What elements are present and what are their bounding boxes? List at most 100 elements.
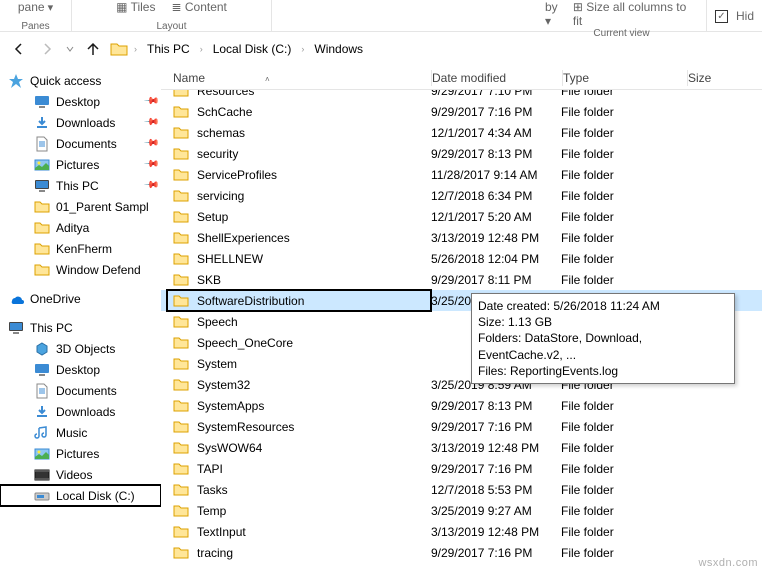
file-date: 9/29/2017 7:16 PM bbox=[431, 462, 561, 476]
folder-icon bbox=[173, 335, 189, 351]
column-size[interactable]: Size bbox=[688, 71, 762, 85]
file-name-cell: security bbox=[167, 143, 431, 164]
3d-objects-icon bbox=[34, 341, 50, 357]
nav-onedrive[interactable]: OneDrive bbox=[0, 288, 161, 309]
nav-documents[interactable]: Documents📌 bbox=[0, 133, 161, 154]
breadcrumb-this-pc[interactable]: This PC bbox=[143, 40, 194, 58]
address-bar[interactable]: › This PC › Local Disk (C:) › Windows bbox=[110, 40, 754, 58]
folder-icon bbox=[110, 41, 128, 57]
file-row[interactable]: SysWOW643/13/2019 12:48 PMFile folder bbox=[161, 437, 762, 458]
file-row[interactable]: servicing12/7/2018 6:34 PMFile folder bbox=[161, 185, 762, 206]
folder-icon bbox=[173, 167, 189, 183]
forward-button[interactable] bbox=[36, 38, 58, 60]
folder-icon bbox=[173, 90, 189, 99]
folder-icon bbox=[173, 314, 189, 330]
nav-this-pc[interactable]: This PC📌 bbox=[0, 175, 161, 196]
folder-icon bbox=[173, 545, 189, 561]
file-row[interactable]: SchCache9/29/2017 7:16 PMFile folder bbox=[161, 101, 762, 122]
layout-content[interactable]: ≣ Content bbox=[171, 0, 226, 14]
nav-downloads[interactable]: Downloads📌 bbox=[0, 112, 161, 133]
nav-this-pc-root[interactable]: This PC bbox=[0, 317, 161, 338]
nav-folder-kenfherm[interactable]: KenFherm bbox=[0, 238, 161, 259]
breadcrumb-local-disk[interactable]: Local Disk (C:) bbox=[209, 40, 296, 58]
file-name-cell: tracing bbox=[167, 542, 431, 563]
column-type[interactable]: Type bbox=[563, 71, 687, 85]
file-row[interactable]: tracing9/29/2017 7:16 PMFile folder bbox=[161, 542, 762, 563]
ribbon-group-current-view: by ▾ ⊞ Size all columns to fit Current v… bbox=[537, 0, 707, 32]
file-row[interactable]: TextInput3/13/2019 12:48 PMFile folder bbox=[161, 521, 762, 542]
file-name: Speech_OneCore bbox=[197, 336, 293, 350]
size-columns-button[interactable]: ⊞ Size all columns to fit bbox=[573, 0, 698, 28]
nav-pictures[interactable]: Pictures📌 bbox=[0, 154, 161, 175]
tooltip-line: Date created: 5/26/2018 11:24 AM bbox=[478, 298, 728, 314]
file-type: File folder bbox=[561, 147, 685, 161]
file-date: 9/29/2017 7:16 PM bbox=[431, 105, 561, 119]
file-name: Temp bbox=[197, 504, 226, 518]
file-name: SKB bbox=[197, 273, 221, 287]
file-row[interactable]: ServiceProfiles11/28/2017 9:14 AMFile fo… bbox=[161, 164, 762, 185]
nav-local-disk[interactable]: Local Disk (C:) bbox=[0, 485, 161, 506]
file-row[interactable]: TAPI9/29/2017 7:16 PMFile folder bbox=[161, 458, 762, 479]
file-name-cell: System32 bbox=[167, 374, 431, 395]
folder-icon bbox=[173, 356, 189, 372]
group-by-button[interactable]: by ▾ bbox=[545, 0, 567, 28]
nav-pictures-2[interactable]: Pictures bbox=[0, 443, 161, 464]
column-name[interactable]: Name˄ bbox=[167, 71, 431, 85]
pictures-icon bbox=[34, 157, 50, 173]
chevron-right-icon[interactable]: › bbox=[132, 44, 139, 54]
nav-music[interactable]: Music bbox=[0, 422, 161, 443]
file-row[interactable]: SystemResources9/29/2017 7:16 PMFile fol… bbox=[161, 416, 762, 437]
file-date: 3/13/2019 12:48 PM bbox=[431, 441, 561, 455]
folder-icon bbox=[173, 461, 189, 477]
file-row[interactable]: SKB9/29/2017 8:11 PMFile folder bbox=[161, 269, 762, 290]
folder-icon bbox=[173, 209, 189, 225]
file-name-cell: SHELLNEW bbox=[167, 248, 431, 269]
layout-tiles[interactable]: ▦ Tiles bbox=[116, 0, 155, 14]
nav-quick-access[interactable]: Quick access bbox=[0, 70, 161, 91]
nav-documents-2[interactable]: Documents bbox=[0, 380, 161, 401]
hidden-checkbox[interactable]: ✓ bbox=[715, 10, 728, 23]
file-row[interactable]: SystemApps9/29/2017 8:13 PMFile folder bbox=[161, 395, 762, 416]
file-name: SystemApps bbox=[197, 399, 264, 413]
file-row[interactable]: schemas12/1/2017 4:34 AMFile folder bbox=[161, 122, 762, 143]
breadcrumb-windows[interactable]: Windows bbox=[310, 40, 367, 58]
file-row[interactable]: security9/29/2017 8:13 PMFile folder bbox=[161, 143, 762, 164]
chevron-right-icon[interactable]: › bbox=[198, 44, 205, 54]
nav-folder-parent[interactable]: 01_Parent Sampl bbox=[0, 196, 161, 217]
file-row[interactable]: Temp3/25/2019 9:27 AMFile folder bbox=[161, 500, 762, 521]
file-name-cell: SKB bbox=[167, 269, 431, 290]
folder-icon bbox=[173, 482, 189, 498]
tooltip-line: Files: ReportingEvents.log bbox=[478, 363, 728, 379]
file-row[interactable]: Setup12/1/2017 5:20 AMFile folder bbox=[161, 206, 762, 227]
navigation-pane-button[interactable]: pane ▾ bbox=[18, 0, 53, 14]
nav-desktop[interactable]: Desktop📌 bbox=[0, 91, 161, 112]
file-date: 12/1/2017 5:20 AM bbox=[431, 210, 561, 224]
file-row[interactable]: ShellExperiences3/13/2019 12:48 PMFile f… bbox=[161, 227, 762, 248]
file-row[interactable]: Tasks12/7/2018 5:53 PMFile folder bbox=[161, 479, 762, 500]
file-row[interactable]: Resources9/29/2017 7:10 PMFile folder bbox=[161, 90, 762, 101]
folder-icon bbox=[173, 419, 189, 435]
nav-downloads-2[interactable]: Downloads bbox=[0, 401, 161, 422]
column-date[interactable]: Date modified bbox=[432, 71, 562, 85]
back-button[interactable] bbox=[8, 38, 30, 60]
pin-icon: 📌 bbox=[142, 135, 159, 152]
downloads-icon bbox=[34, 115, 50, 131]
nav-3d-objects[interactable]: 3D Objects bbox=[0, 338, 161, 359]
file-type: File folder bbox=[561, 90, 685, 98]
file-name-cell: SystemApps bbox=[167, 395, 431, 416]
ribbon-group-layout: ▦ Tiles ≣ Content Layout bbox=[72, 0, 272, 32]
nav-folder-aditya[interactable]: Aditya bbox=[0, 217, 161, 238]
file-name: System32 bbox=[197, 378, 250, 392]
folder-icon bbox=[173, 293, 189, 309]
folder-tooltip: Date created: 5/26/2018 11:24 AM Size: 1… bbox=[471, 293, 735, 384]
nav-videos[interactable]: Videos bbox=[0, 464, 161, 485]
folder-icon bbox=[173, 230, 189, 246]
navigation-pane: Quick access Desktop📌 Downloads📌 Documen… bbox=[0, 66, 161, 575]
chevron-right-icon[interactable]: › bbox=[299, 44, 306, 54]
nav-folder-window-defend[interactable]: Window Defend bbox=[0, 259, 161, 280]
recent-dropdown[interactable] bbox=[64, 38, 76, 60]
file-row[interactable]: SHELLNEW5/26/2018 12:04 PMFile folder bbox=[161, 248, 762, 269]
folder-icon bbox=[173, 440, 189, 456]
nav-desktop-2[interactable]: Desktop bbox=[0, 359, 161, 380]
up-button[interactable] bbox=[82, 38, 104, 60]
